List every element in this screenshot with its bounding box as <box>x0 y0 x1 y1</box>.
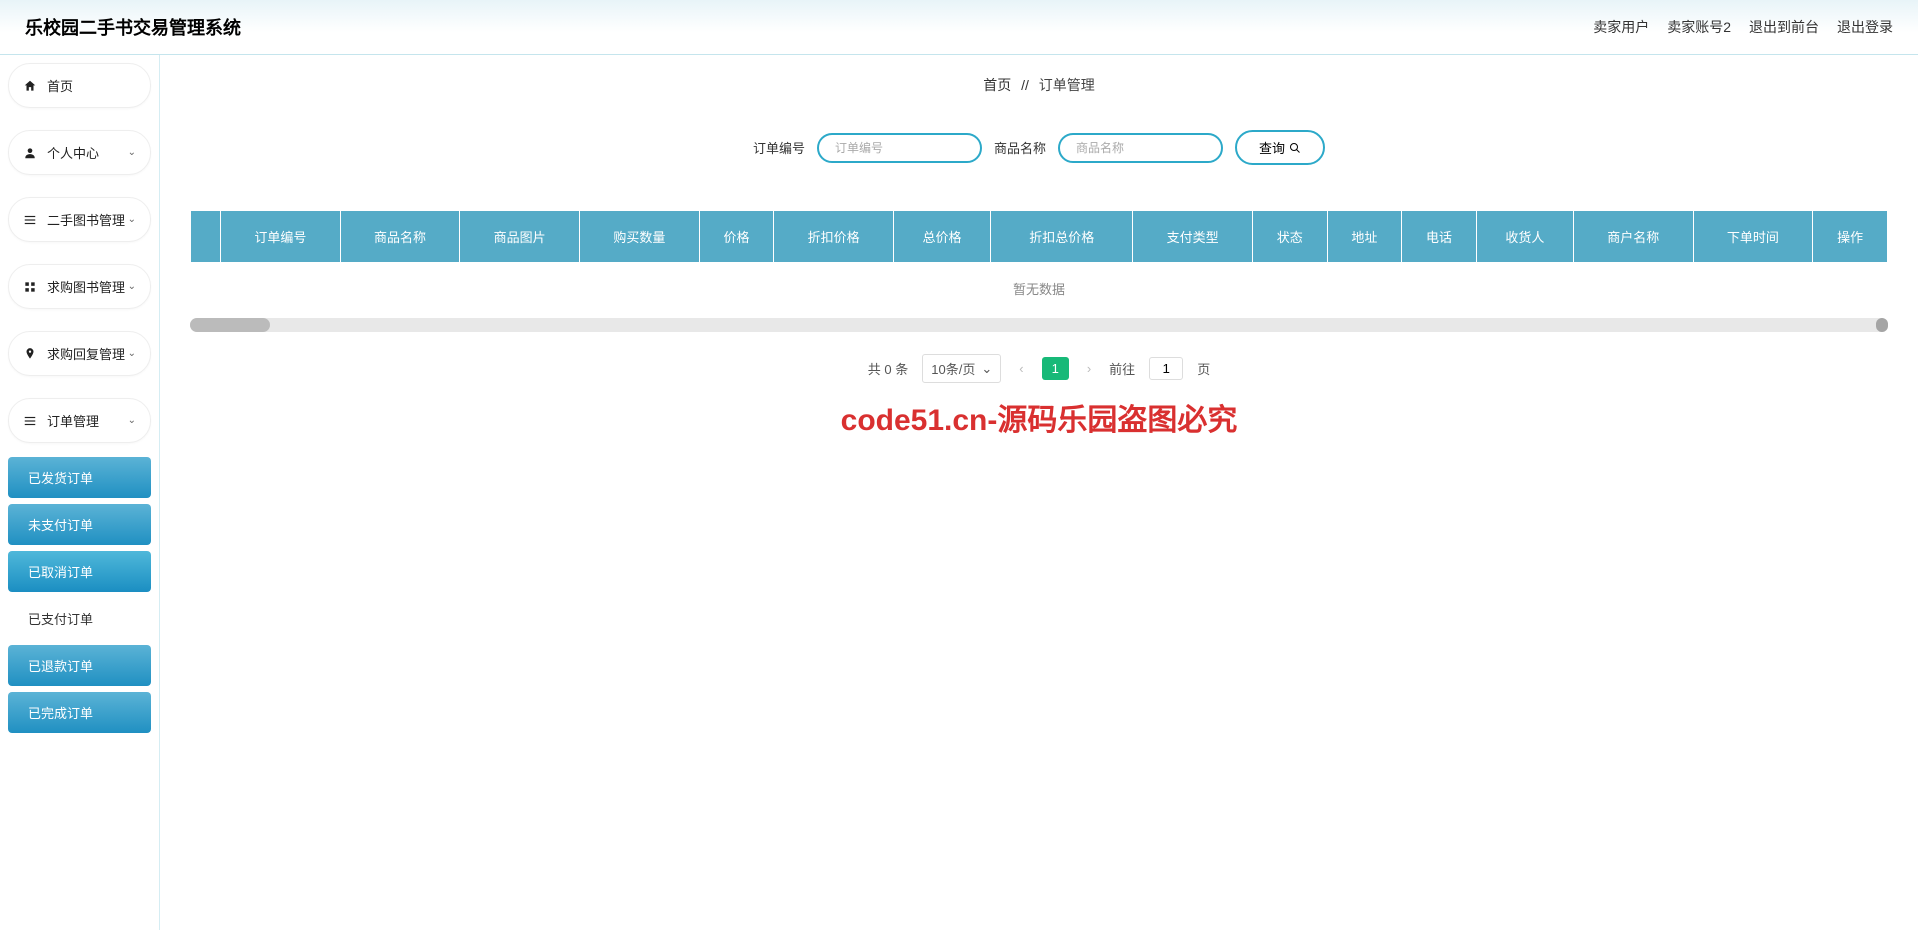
pin-icon <box>23 347 37 361</box>
search-label-product: 商品名称 <box>994 138 1046 157</box>
watermark-red: code51.cn-源码乐园盗图必究 <box>841 395 1238 439</box>
th-pay-type: 支付类型 <box>1133 211 1253 263</box>
sidebar-item-label: 二手图书管理 <box>47 210 125 229</box>
empty-text: 暂无数据 <box>191 263 1888 315</box>
th-address: 地址 <box>1327 211 1402 263</box>
submenu-refunded-orders[interactable]: 已退款订单 <box>8 645 151 686</box>
sidebar-item-label: 求购回复管理 <box>47 344 125 363</box>
main-container: 首页 个人中心 ⌄ 二手图书管理 ⌄ <box>0 55 1918 930</box>
th-action: 操作 <box>1813 211 1888 263</box>
header: 乐校园二手书交易管理系统 卖家用户 卖家账号2 退出到前台 退出登录 <box>0 0 1918 55</box>
exit-front-link[interactable]: 退出到前台 <box>1749 17 1819 37</box>
breadcrumb-sep: // <box>1021 77 1029 93</box>
th-order-no: 订单编号 <box>221 211 341 263</box>
bars-icon <box>23 213 37 227</box>
sidebar-item-label: 个人中心 <box>47 143 99 162</box>
breadcrumb-home[interactable]: 首页 <box>983 77 1011 93</box>
user-account-link[interactable]: 卖家账号2 <box>1667 17 1731 37</box>
sidebar-item-wanted-books[interactable]: 求购图书管理 ⌄ <box>8 264 151 309</box>
submenu-cancelled-orders[interactable]: 已取消订单 <box>8 551 151 592</box>
breadcrumb: 首页 // 订单管理 <box>190 75 1888 95</box>
sidebar-item-used-books[interactable]: 二手图书管理 ⌄ <box>8 197 151 242</box>
empty-row: 暂无数据 <box>191 263 1888 315</box>
logout-link[interactable]: 退出登录 <box>1837 17 1893 37</box>
th-price: 价格 <box>699 211 774 263</box>
header-right: 卖家用户 卖家账号2 退出到前台 退出登录 <box>1593 17 1893 37</box>
chevron-down-icon: ⌄ <box>128 147 136 158</box>
page-size-label: 10条/页 <box>931 359 975 378</box>
chevron-down-icon: ⌄ <box>981 361 992 377</box>
th-phone: 电话 <box>1402 211 1477 263</box>
sidebar-item-label: 首页 <box>47 76 73 95</box>
chevron-down-icon: ⌄ <box>128 415 136 426</box>
search-icon <box>1289 142 1301 154</box>
pagination: 共 0 条 10条/页 ⌄ ‹ 1 › 前往 页 <box>190 354 1888 383</box>
user-icon <box>23 146 37 160</box>
search-button[interactable]: 查询 <box>1235 130 1325 165</box>
chevron-down-icon: ⌄ <box>128 214 136 225</box>
th-merchant: 商户名称 <box>1573 211 1693 263</box>
scrollbar-thumb-right[interactable] <box>1876 318 1888 332</box>
sidebar: 首页 个人中心 ⌄ 二手图书管理 ⌄ <box>0 55 160 930</box>
table-header-row: 订单编号 商品名称 商品图片 购买数量 价格 折扣价格 总价格 折扣总价格 支付… <box>191 211 1888 263</box>
chevron-down-icon: ⌄ <box>128 348 136 359</box>
th-receiver: 收货人 <box>1476 211 1573 263</box>
sidebar-item-orders[interactable]: 订单管理 ⌄ <box>8 398 151 443</box>
sidebar-item-label: 求购图书管理 <box>47 277 125 296</box>
breadcrumb-current: 订单管理 <box>1039 77 1095 93</box>
th-discount-price: 折扣价格 <box>774 211 894 263</box>
th-product-name: 商品名称 <box>340 211 460 263</box>
grid-icon <box>23 280 37 294</box>
home-icon <box>23 79 37 93</box>
main-content: 首页 // 订单管理 订单编号 商品名称 查询 订单编号 <box>160 55 1918 930</box>
app-title: 乐校园二手书交易管理系统 <box>25 14 241 40</box>
page-goto-suffix: 页 <box>1197 359 1210 378</box>
submenu-paid-orders[interactable]: 已支付订单 <box>8 598 151 639</box>
user-role-label: 卖家用户 <box>1593 17 1649 37</box>
page-size-select[interactable]: 10条/页 ⌄ <box>922 354 1001 383</box>
orders-submenu: 已发货订单 未支付订单 已取消订单 已支付订单 已退款订单 已完成订单 <box>8 457 151 733</box>
th-order-time: 下单时间 <box>1693 211 1813 263</box>
sidebar-item-wanted-reply[interactable]: 求购回复管理 ⌄ <box>8 331 151 376</box>
th-total-price: 总价格 <box>893 211 990 263</box>
sidebar-item-home[interactable]: 首页 <box>8 63 151 108</box>
th-checkbox[interactable] <box>191 211 221 263</box>
th-discount-total: 折扣总价格 <box>991 211 1133 263</box>
th-status: 状态 <box>1252 211 1327 263</box>
table-wrapper: 订单编号 商品名称 商品图片 购买数量 价格 折扣价格 总价格 折扣总价格 支付… <box>190 210 1888 332</box>
scrollbar-thumb-left[interactable] <box>190 318 270 332</box>
search-input-order[interactable] <box>817 133 982 163</box>
page-number-current[interactable]: 1 <box>1042 357 1069 380</box>
search-label-order: 订单编号 <box>753 138 805 157</box>
search-input-product[interactable] <box>1058 133 1223 163</box>
search-button-label: 查询 <box>1259 138 1285 157</box>
page-next-button[interactable]: › <box>1083 361 1095 376</box>
th-product-image: 商品图片 <box>460 211 580 263</box>
submenu-shipped-orders[interactable]: 已发货订单 <box>8 457 151 498</box>
th-qty: 购买数量 <box>580 211 700 263</box>
page-goto-input[interactable] <box>1149 357 1183 380</box>
pagination-total: 共 0 条 <box>868 359 908 378</box>
orders-table: 订单编号 商品名称 商品图片 购买数量 价格 折扣价格 总价格 折扣总价格 支付… <box>190 210 1888 314</box>
list-icon <box>23 414 37 428</box>
page-prev-button[interactable]: ‹ <box>1015 361 1027 376</box>
submenu-completed-orders[interactable]: 已完成订单 <box>8 692 151 733</box>
search-bar: 订单编号 商品名称 查询 <box>190 130 1888 165</box>
horizontal-scrollbar[interactable] <box>190 318 1888 332</box>
submenu-unpaid-orders[interactable]: 未支付订单 <box>8 504 151 545</box>
sidebar-item-label: 订单管理 <box>47 411 99 430</box>
chevron-down-icon: ⌄ <box>128 281 136 292</box>
sidebar-item-profile[interactable]: 个人中心 ⌄ <box>8 130 151 175</box>
page-goto-label: 前往 <box>1109 359 1135 378</box>
